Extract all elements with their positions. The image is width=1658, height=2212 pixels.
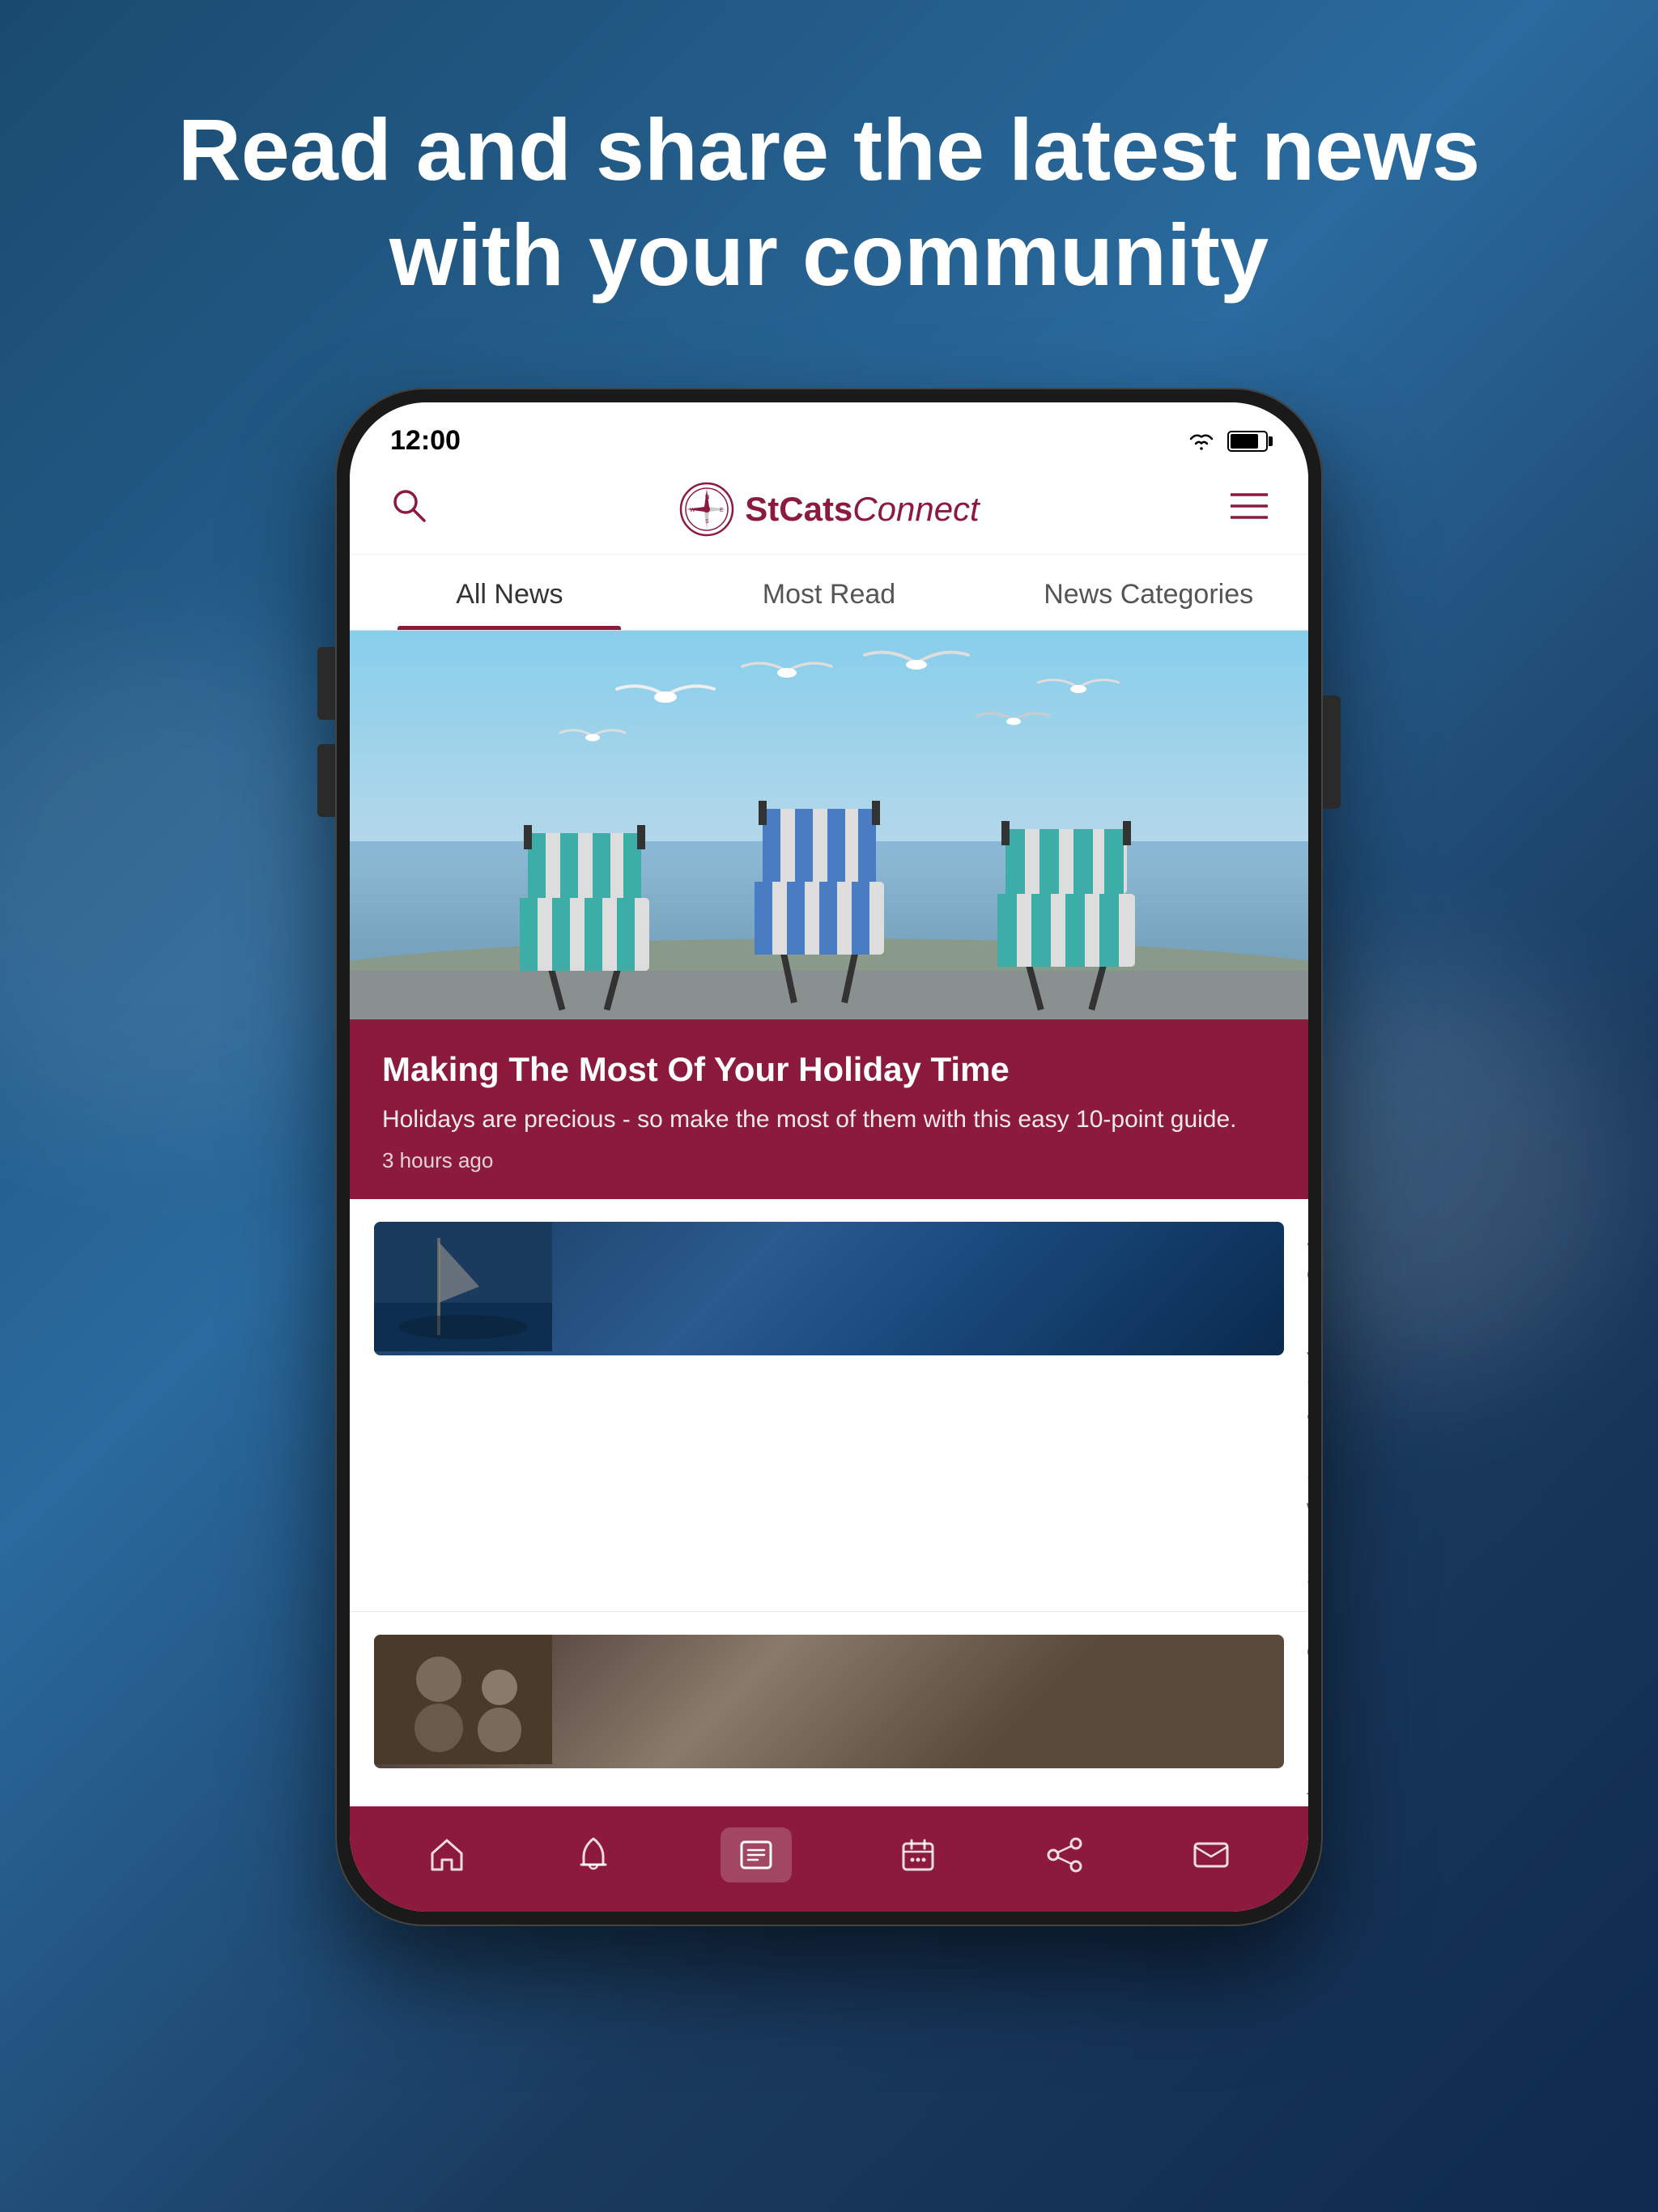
news-time-sailing: 2 days ago	[1307, 1563, 1308, 1589]
status-icons	[1187, 431, 1268, 452]
status-time: 12:00	[390, 425, 461, 457]
phone-screen: 12:00	[350, 402, 1308, 1912]
news-desc-sailing: Luke Johnston (Rudiments) and Harry Brow…	[1307, 1301, 1308, 1555]
news-item-mentoring[interactable]: Career Mentoring Program Find out how to…	[350, 1612, 1308, 1807]
volume-down-button	[317, 744, 335, 817]
beach-scene-svg	[350, 631, 1308, 1019]
news-content-mentoring: Career Mentoring Program Find out how to…	[1307, 1635, 1308, 1807]
news-thumb-mentoring	[374, 1635, 1284, 1768]
featured-title: Making The Most Of Your Holiday Time	[382, 1049, 1276, 1091]
featured-time: 3 hours ago	[382, 1148, 1276, 1173]
battery-icon	[1227, 431, 1268, 452]
svg-text:N: N	[705, 495, 709, 500]
tabs-bar: All News Most Read News Categories	[350, 555, 1308, 631]
news-desc-mentoring: Find out how to join our new career ment…	[1307, 1750, 1308, 1806]
featured-caption: Making The Most Of Your Holiday Time Hol…	[350, 1019, 1308, 1199]
news-title-sailing: Sailing for Charity	[1307, 1222, 1308, 1293]
nav-calendar-button[interactable]	[899, 1836, 937, 1874]
tab-most-read[interactable]: Most Read	[670, 555, 989, 630]
status-bar: 12:00	[350, 402, 1308, 465]
featured-article[interactable]: Making The Most Of Your Holiday Time Hol…	[350, 631, 1308, 1199]
svg-text:S: S	[705, 519, 709, 525]
featured-description: Holidays are precious - so make the most…	[382, 1103, 1276, 1137]
tab-news-categories[interactable]: News Categories	[988, 555, 1308, 630]
nav-share-button[interactable]	[1045, 1836, 1084, 1874]
battery-fill	[1231, 434, 1258, 449]
featured-image	[350, 631, 1308, 1019]
app-header: N S W E StCatsConnect	[350, 465, 1308, 555]
search-button[interactable]	[390, 487, 427, 532]
phone-mockup: 12:00	[335, 388, 1323, 1926]
logo-text: StCatsConnect	[745, 490, 979, 529]
nav-notifications-button[interactable]	[574, 1836, 613, 1874]
app-logo: N S W E StCatsConnect	[678, 481, 979, 538]
news-thumb-sailing	[374, 1222, 1284, 1355]
nav-messages-button[interactable]	[1192, 1836, 1231, 1874]
news-list: Sailing for Charity Luke Johnston (Rudim…	[350, 1199, 1308, 1807]
page-headline: Read and share the latest news with your…	[0, 97, 1658, 307]
logo-emblem-icon: N S W E	[678, 481, 735, 538]
svg-text:W: W	[690, 508, 695, 513]
news-item-sailing[interactable]: Sailing for Charity Luke Johnston (Rudim…	[350, 1199, 1308, 1612]
nav-news-button[interactable]	[721, 1827, 792, 1882]
volume-up-button	[317, 647, 335, 720]
news-content-sailing: Sailing for Charity Luke Johnston (Rudim…	[1307, 1222, 1308, 1589]
bottom-nav	[350, 1806, 1308, 1912]
menu-button[interactable]	[1231, 491, 1268, 528]
tab-all-news[interactable]: All News	[350, 555, 670, 630]
news-title-mentoring: Career Mentoring Program	[1307, 1635, 1308, 1742]
power-button	[1323, 696, 1341, 809]
wifi-icon	[1187, 431, 1216, 452]
svg-text:E: E	[720, 508, 724, 513]
content-area: Making The Most Of Your Holiday Time Hol…	[350, 631, 1308, 1806]
phone-outer-frame: 12:00	[335, 388, 1323, 1926]
nav-home-button[interactable]	[427, 1836, 466, 1874]
